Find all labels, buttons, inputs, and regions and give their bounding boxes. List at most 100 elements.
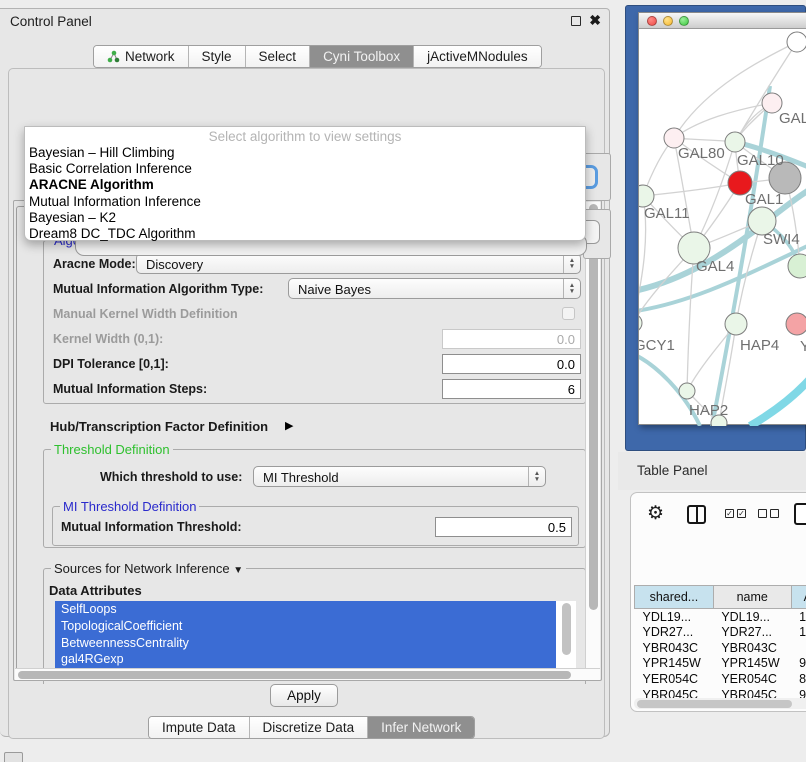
attribute-item-selected[interactable]: BetweennessCentrality <box>55 635 556 652</box>
column-header-A[interactable]: A <box>791 586 806 609</box>
table-row[interactable]: YDR27...YDR27...12 <box>635 624 806 640</box>
table-cell[interactable]: YDL19... <box>713 609 791 625</box>
close-icon[interactable]: ✖ <box>589 12 601 29</box>
list-scrollbar-thumb[interactable] <box>562 603 571 655</box>
table-cell[interactable]: YER054C <box>635 671 714 687</box>
table-cell[interactable]: YDR27... <box>635 624 714 640</box>
table-row[interactable]: YPR145WYPR145W9. <box>635 656 806 672</box>
attribute-item-selected[interactable]: gal4RGexp <box>55 651 556 668</box>
screen: Control Panel ✖ NetworkStyleSelectCyni T… <box>0 0 806 762</box>
network-node-GAL11[interactable] <box>639 185 654 207</box>
settings-vertical-scrollbar[interactable] <box>585 202 600 668</box>
dropdown-item[interactable]: ARACNE Algorithm <box>25 177 585 193</box>
table-row[interactable]: YBR043CYBR043C <box>635 640 806 656</box>
table-cell[interactable] <box>791 640 806 656</box>
vertical-scrollbar-thumb[interactable] <box>589 204 598 610</box>
dpi-tolerance-field[interactable] <box>442 354 581 374</box>
which-threshold-combo[interactable]: MI Threshold ▲▼ <box>253 466 546 487</box>
dropdown-item[interactable]: Dream8 DC_TDC Algorithm <box>25 226 585 242</box>
mi-steps-field[interactable] <box>442 379 581 399</box>
table-panel-title: Table Panel <box>637 463 708 478</box>
disclosure-right-icon[interactable]: ▶ <box>285 419 293 432</box>
network-window[interactable]: GALGAL80GAL10GAL1GAL11SWI4GAL4GCY1HAP4YH… <box>638 12 806 425</box>
zoom-traffic-light-icon[interactable] <box>679 16 689 26</box>
table-cell[interactable]: YBR045C <box>635 687 714 698</box>
gear-icon[interactable]: ⚙ <box>647 502 664 525</box>
table-panel-titlebar[interactable]: Table Panel <box>618 452 806 490</box>
table-cell[interactable]: 12 <box>791 624 806 640</box>
attribute-item-selected[interactable]: TopologicalCoefficient <box>55 618 556 635</box>
close-traffic-light-icon[interactable] <box>647 16 657 26</box>
network-node-HAP4[interactable] <box>725 313 747 335</box>
tab-infer-network[interactable]: Infer Network <box>368 717 474 738</box>
select-all-checkboxes-icon[interactable]: ✓✓ <box>725 509 746 518</box>
minimize-traffic-light-icon[interactable] <box>663 16 673 26</box>
float-window-icon[interactable] <box>571 16 581 26</box>
network-graph[interactable]: GALGAL80GAL10GAL1GAL11SWI4GAL4GCY1HAP4YH… <box>639 30 806 426</box>
tab-cyni-toolbox[interactable]: Cyni Toolbox <box>310 46 414 67</box>
network-window-titlebar[interactable] <box>639 13 806 29</box>
table-row[interactable]: YBR045CYBR045C9. <box>635 687 806 698</box>
control-panel-tabbar: NetworkStyleSelectCyni ToolboxjActiveMNo… <box>93 45 542 68</box>
kernel-width-field[interactable] <box>442 329 581 349</box>
column-header-shared...[interactable]: shared... <box>635 586 714 609</box>
table-cell[interactable]: 8. <box>791 671 806 687</box>
attribute-item-selected[interactable]: SelfLoops <box>55 601 556 618</box>
algorithm-dropdown-popup: Select algorithm to view settings Bayesi… <box>24 126 586 241</box>
node-label: SWI4 <box>763 231 800 248</box>
settings-horizontal-scrollbar[interactable] <box>15 668 600 680</box>
dropdown-item[interactable]: Mutual Information Inference <box>25 194 585 210</box>
network-node-GAL10[interactable] <box>725 132 745 152</box>
dropdown-item[interactable]: Bayesian – Hill Climbing <box>25 145 585 161</box>
dropdown-item[interactable]: Bayesian – K2 <box>25 210 585 226</box>
network-node[interactable] <box>788 254 806 278</box>
column-header-name[interactable]: name <box>713 586 791 609</box>
table-cell[interactable]: YER054C <box>713 671 791 687</box>
stepper-arrows-icon: ▲▼ <box>563 254 580 273</box>
table-row[interactable]: YER054CYER054C8. <box>635 671 806 687</box>
deselect-all-checkboxes-icon[interactable] <box>758 509 779 518</box>
sources-title[interactable]: Sources for Network Inference ▼ <box>51 561 246 576</box>
table-cell[interactable]: YDR27... <box>713 624 791 640</box>
table-row[interactable]: YDL19...YDL19...13 <box>635 609 806 625</box>
table-cell[interactable]: YPR145W <box>635 656 714 672</box>
control-panel-titlebar[interactable]: Control Panel ✖ <box>0 9 609 35</box>
tab-label: Impute Data <box>162 720 236 735</box>
table-cell[interactable]: 9. <box>791 656 806 672</box>
tab-jactivemnodules[interactable]: jActiveMNodules <box>414 46 541 67</box>
network-node-Y[interactable] <box>786 313 806 335</box>
collapsed-panel-icon[interactable] <box>4 752 23 762</box>
table-cell[interactable]: 13 <box>791 609 806 625</box>
aracne-mode-combo[interactable]: Discovery ▲▼ <box>136 253 581 274</box>
tab-style[interactable]: Style <box>189 46 246 67</box>
dropdown-item[interactable]: Basic Correlation Inference <box>25 161 585 177</box>
table-scrollbar-thumb[interactable] <box>637 700 792 708</box>
table-cell[interactable]: YBR043C <box>635 640 714 656</box>
network-view-frame[interactable]: GALGAL80GAL10GAL1GAL11SWI4GAL4GCY1HAP4YH… <box>625 5 806 451</box>
split-columns-icon[interactable] <box>687 505 706 524</box>
node-label: GAL <box>779 110 806 127</box>
table-cell[interactable]: YBR045C <box>713 687 791 698</box>
manual-kernel-checkbox[interactable] <box>562 307 575 320</box>
table-cell[interactable]: YPR145W <box>713 656 791 672</box>
mi-threshold-field[interactable] <box>435 517 572 537</box>
network-node[interactable] <box>787 32 806 52</box>
panel-mode-icon[interactable] <box>794 503 806 525</box>
tab-network[interactable]: Network <box>94 46 189 67</box>
table-cell[interactable]: YDL19... <box>635 609 714 625</box>
network-node-HAP2[interactable] <box>679 383 695 399</box>
network-node-GCY1[interactable] <box>639 314 642 332</box>
cyni-algorithm-settings-group: Cyni Algorithm Settings Algorithm Defini… <box>16 206 591 678</box>
mi-type-combo[interactable]: Naive Bayes ▲▼ <box>288 278 581 299</box>
tab-select[interactable]: Select <box>246 46 311 67</box>
disclosure-down-icon[interactable]: ▼ <box>233 565 243 576</box>
horizontal-scrollbar-thumb[interactable] <box>18 671 571 679</box>
table-cell[interactable]: 9. <box>791 687 806 698</box>
apply-button[interactable]: Apply <box>270 684 338 707</box>
hub-definition-label[interactable]: Hub/Transcription Factor Definition <box>50 419 268 434</box>
data-attributes-list[interactable]: SelfLoopsTopologicalCoefficientBetweenne… <box>55 601 576 671</box>
table-cell[interactable]: YBR043C <box>713 640 791 656</box>
table-horizontal-scrollbar[interactable] <box>634 698 806 709</box>
tab-impute-data[interactable]: Impute Data <box>149 717 250 738</box>
tab-discretize-data[interactable]: Discretize Data <box>250 717 369 738</box>
